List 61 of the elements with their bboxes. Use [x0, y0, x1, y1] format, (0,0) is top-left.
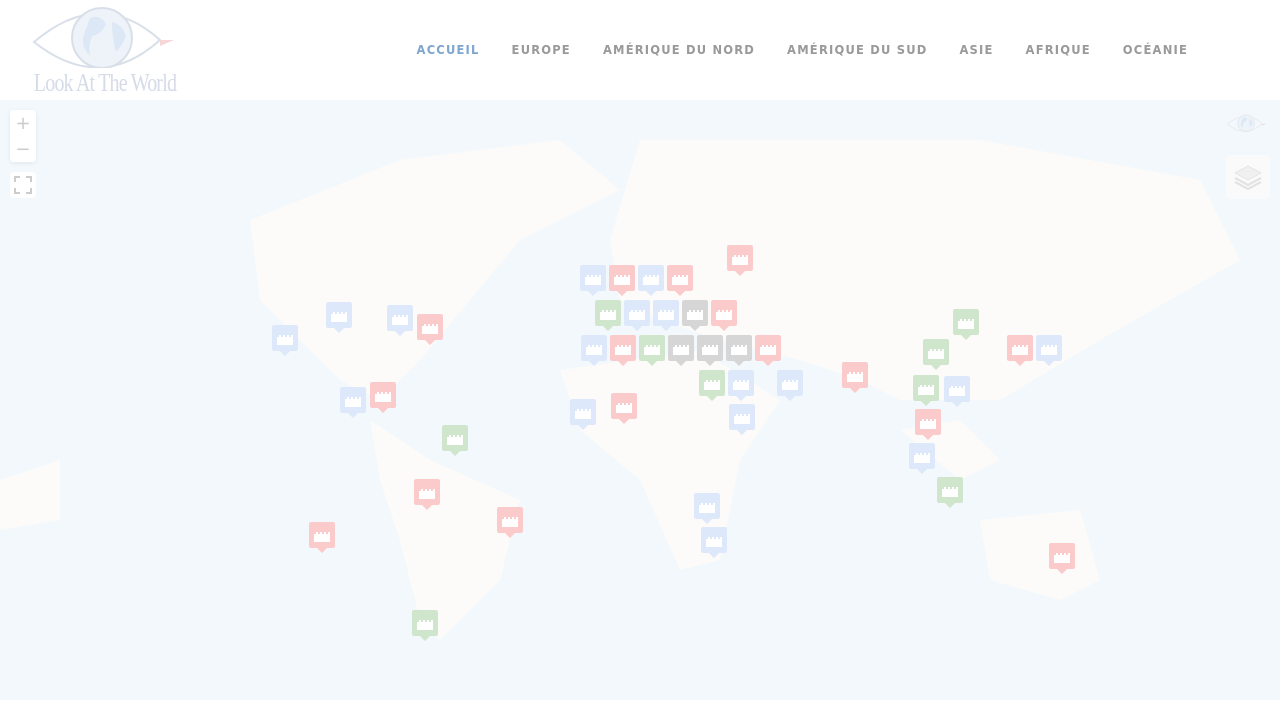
zoom-out-button[interactable]: −	[10, 136, 36, 162]
map-marker[interactable]	[953, 309, 979, 341]
map-marker[interactable]	[624, 300, 650, 332]
map-marker[interactable]	[913, 375, 939, 407]
map-marker[interactable]	[580, 265, 606, 297]
map-marker[interactable]	[417, 314, 443, 346]
eye-icon	[1226, 112, 1268, 134]
map-marker[interactable]	[414, 479, 440, 511]
map-marker[interactable]	[1036, 335, 1062, 367]
nav-link[interactable]: ACCUEIL	[400, 37, 496, 63]
fullscreen-button[interactable]	[10, 172, 36, 198]
map-marker[interactable]	[326, 302, 352, 334]
map-marker[interactable]	[842, 362, 868, 394]
zoom-in-button[interactable]: +	[10, 110, 36, 136]
map-marker[interactable]	[682, 300, 708, 332]
map-marker[interactable]	[611, 393, 637, 425]
map-marker[interactable]	[412, 610, 438, 642]
map-marker[interactable]	[570, 399, 596, 431]
map-marker[interactable]	[609, 265, 635, 297]
map-marker[interactable]	[340, 387, 366, 419]
map-marker[interactable]	[909, 443, 935, 475]
map-marker[interactable]	[937, 477, 963, 509]
map-marker[interactable]	[694, 493, 720, 525]
map-marker[interactable]	[728, 370, 754, 402]
map-marker[interactable]	[944, 376, 970, 408]
map-marker[interactable]	[729, 404, 755, 436]
map-marker[interactable]	[727, 245, 753, 277]
map-marker[interactable]	[726, 335, 752, 367]
map-marker[interactable]	[1007, 335, 1033, 367]
map-marker[interactable]	[610, 335, 636, 367]
layers-button[interactable]	[1226, 155, 1270, 199]
map-marker[interactable]	[370, 382, 396, 414]
nav-link[interactable]: ASIE	[943, 37, 1010, 63]
map-marker[interactable]	[699, 370, 725, 402]
map-marker[interactable]	[387, 305, 413, 337]
map-marker[interactable]	[755, 335, 781, 367]
map-marker[interactable]	[442, 425, 468, 457]
map-marker[interactable]	[777, 370, 803, 402]
layers-icon	[1233, 164, 1263, 190]
nav-link[interactable]: EUROPE	[495, 37, 587, 63]
map-marker[interactable]	[701, 527, 727, 559]
nav-link[interactable]: OCÉANIE	[1106, 37, 1204, 63]
map-marker[interactable]	[272, 325, 298, 357]
nav-link[interactable]: AMÉRIQUE DU NORD	[586, 37, 772, 63]
map-marker[interactable]	[595, 300, 621, 332]
map-marker[interactable]	[667, 265, 693, 297]
map-marker[interactable]	[639, 335, 665, 367]
map-marker[interactable]	[1049, 543, 1075, 575]
fullscreen-icon	[14, 176, 32, 194]
map-marker[interactable]	[638, 265, 664, 297]
map-marker[interactable]	[915, 409, 941, 441]
map-marker[interactable]	[581, 335, 607, 367]
nav-link[interactable]: AFRIQUE	[1009, 37, 1107, 63]
map-marker[interactable]	[497, 507, 523, 539]
map-marker[interactable]	[309, 522, 335, 554]
map-marker[interactable]	[668, 335, 694, 367]
map-marker[interactable]	[653, 300, 679, 332]
map-marker[interactable]	[697, 335, 723, 367]
nav-link[interactable]: AMÉRIQUE DU SUD	[771, 37, 944, 63]
map-marker[interactable]	[711, 300, 737, 332]
map-marker[interactable]	[923, 339, 949, 371]
